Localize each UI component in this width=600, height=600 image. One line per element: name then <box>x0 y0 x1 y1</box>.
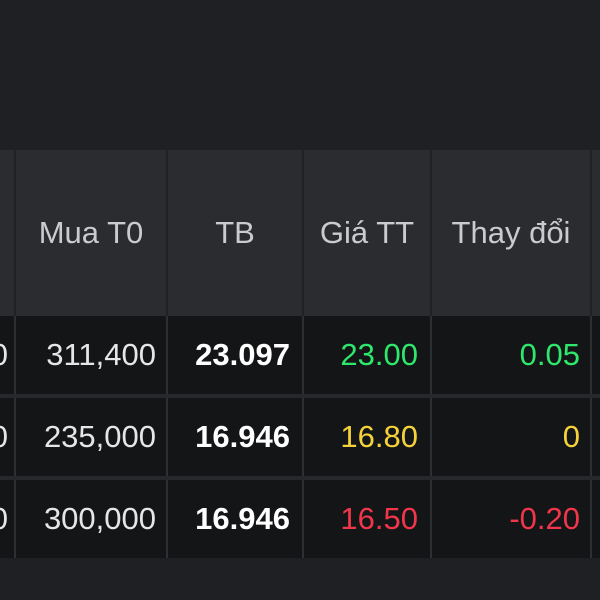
table-header-mua-t0[interactable]: Mua T0 <box>16 150 168 316</box>
table-cell-thay-doi: 0.05 <box>432 316 592 394</box>
table-header-partial-column <box>0 150 16 316</box>
table-header-thay-doi[interactable]: Thay đổi <box>432 150 592 316</box>
table-cell-tb: 16.946 <box>168 480 304 558</box>
top-blank-area <box>0 0 600 150</box>
table-cell-gia-tt: 23.00 <box>304 316 432 394</box>
table-cell-mua-t0: 235,000 <box>16 398 168 476</box>
table-header-gia-tt[interactable]: Giá TT <box>304 150 432 316</box>
table-cell-thay-doi: 0 <box>432 398 592 476</box>
table-cell-gia-tt: 16.80 <box>304 398 432 476</box>
table-cell-mua-t0: 300,000 <box>16 480 168 558</box>
table-cell-partial-right <box>592 480 600 558</box>
table-cell-tb: 23.097 <box>168 316 304 394</box>
table-cell-partial-right <box>592 398 600 476</box>
table-cell-partial: 0 <box>0 398 16 476</box>
table-cell-tb: 16.946 <box>168 398 304 476</box>
table-cell-partial: 0 <box>0 316 16 394</box>
table-cell-partial-right <box>592 316 600 394</box>
table-cell-mua-t0: 311,400 <box>16 316 168 394</box>
portfolio-table: Mua T0 TB Giá TT Thay đổi 0 311,400 23.0… <box>0 150 600 600</box>
table-header-tb[interactable]: TB <box>168 150 304 316</box>
table-cell-gia-tt: 16.50 <box>304 480 432 558</box>
table-header-partial-right <box>592 150 600 316</box>
table-cell-thay-doi: -0.20 <box>432 480 592 558</box>
table-cell-partial: 0 <box>0 480 16 558</box>
